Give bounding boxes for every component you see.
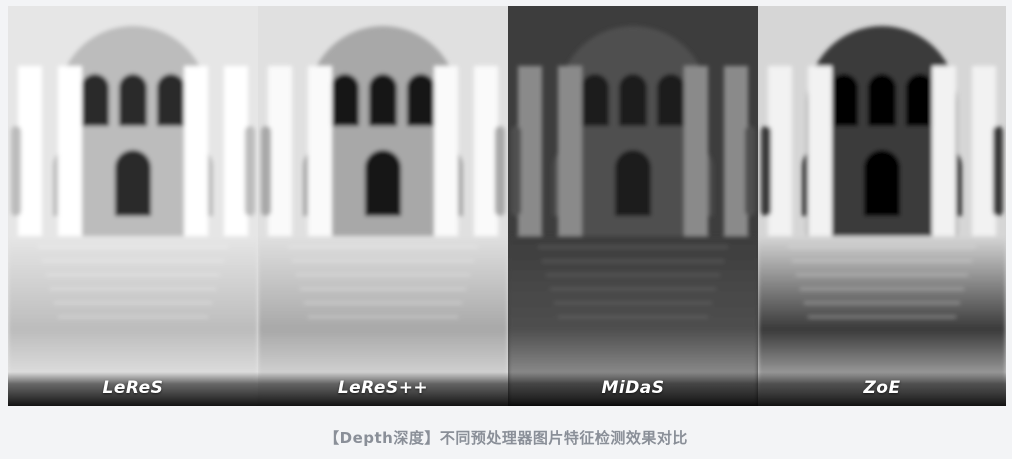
step-edge [54,302,212,304]
step-edge [804,302,960,304]
side-opening [993,126,1003,216]
doorway [115,150,151,216]
step-edge [296,274,470,276]
upper-window [157,74,185,126]
step-edge [546,274,720,276]
upper-window [619,74,647,126]
figure-caption: 【Depth深度】不同预处理器图片特征检测效果对比 [324,429,688,447]
side-opening [11,126,21,216]
step-edge [42,260,224,262]
panel-leres: LeReS [8,6,258,406]
step-edge [292,260,474,262]
step-edge [554,302,712,304]
panel-label-leres: LeReS [102,378,164,398]
panel-label-zoe: ZoE [863,378,901,398]
step-edge [46,274,220,276]
step-edge [800,288,964,290]
zoe-depth-map [758,6,1006,406]
step-edge [300,288,466,290]
step-edge [304,302,462,304]
side-opening [745,126,755,216]
side-opening [261,126,271,216]
side-opening [761,126,771,216]
upper-window [906,74,934,126]
doorway [615,150,651,216]
panel-midas: MiDaS [508,6,758,406]
page: LeReS LeReS++ MiDaS ZoE 【Depth深度】不同预处理器图… [0,0,1012,459]
midas-depth-map [508,6,758,406]
side-opening [511,126,521,216]
side-opening [245,126,255,216]
upper-window [657,74,685,126]
step-edge [792,260,972,262]
upper-window [81,74,109,126]
upper-window [407,74,435,126]
panel-label-leres-plus-plus: LeReS++ [337,378,429,398]
depth-comparison-strip: LeReS LeReS++ MiDaS ZoE [8,6,1006,406]
upper-window [369,74,397,126]
leres-depth-map [8,6,258,406]
panel-zoe: ZoE [758,6,1006,406]
upper-window [830,74,858,126]
upper-window [119,74,147,126]
doorway [864,150,900,216]
leres-plus-plus-depth-map [258,6,508,406]
step-edge [50,288,216,290]
upper-window [331,74,359,126]
step-edge [308,316,458,318]
step-edge [538,246,728,248]
step-edge [542,260,724,262]
step-edge [796,274,968,276]
upper-window [581,74,609,126]
panel-leres-plus-plus: LeReS++ [258,6,508,406]
step-edge [808,316,956,318]
step-edge [788,246,976,248]
upper-window [868,74,896,126]
side-opening [495,126,505,216]
step-edge [558,316,708,318]
step-edge [288,246,478,248]
step-edge [58,316,208,318]
step-edge [38,246,228,248]
panel-label-midas: MiDaS [601,378,665,398]
doorway [365,150,401,216]
step-edge [550,288,716,290]
